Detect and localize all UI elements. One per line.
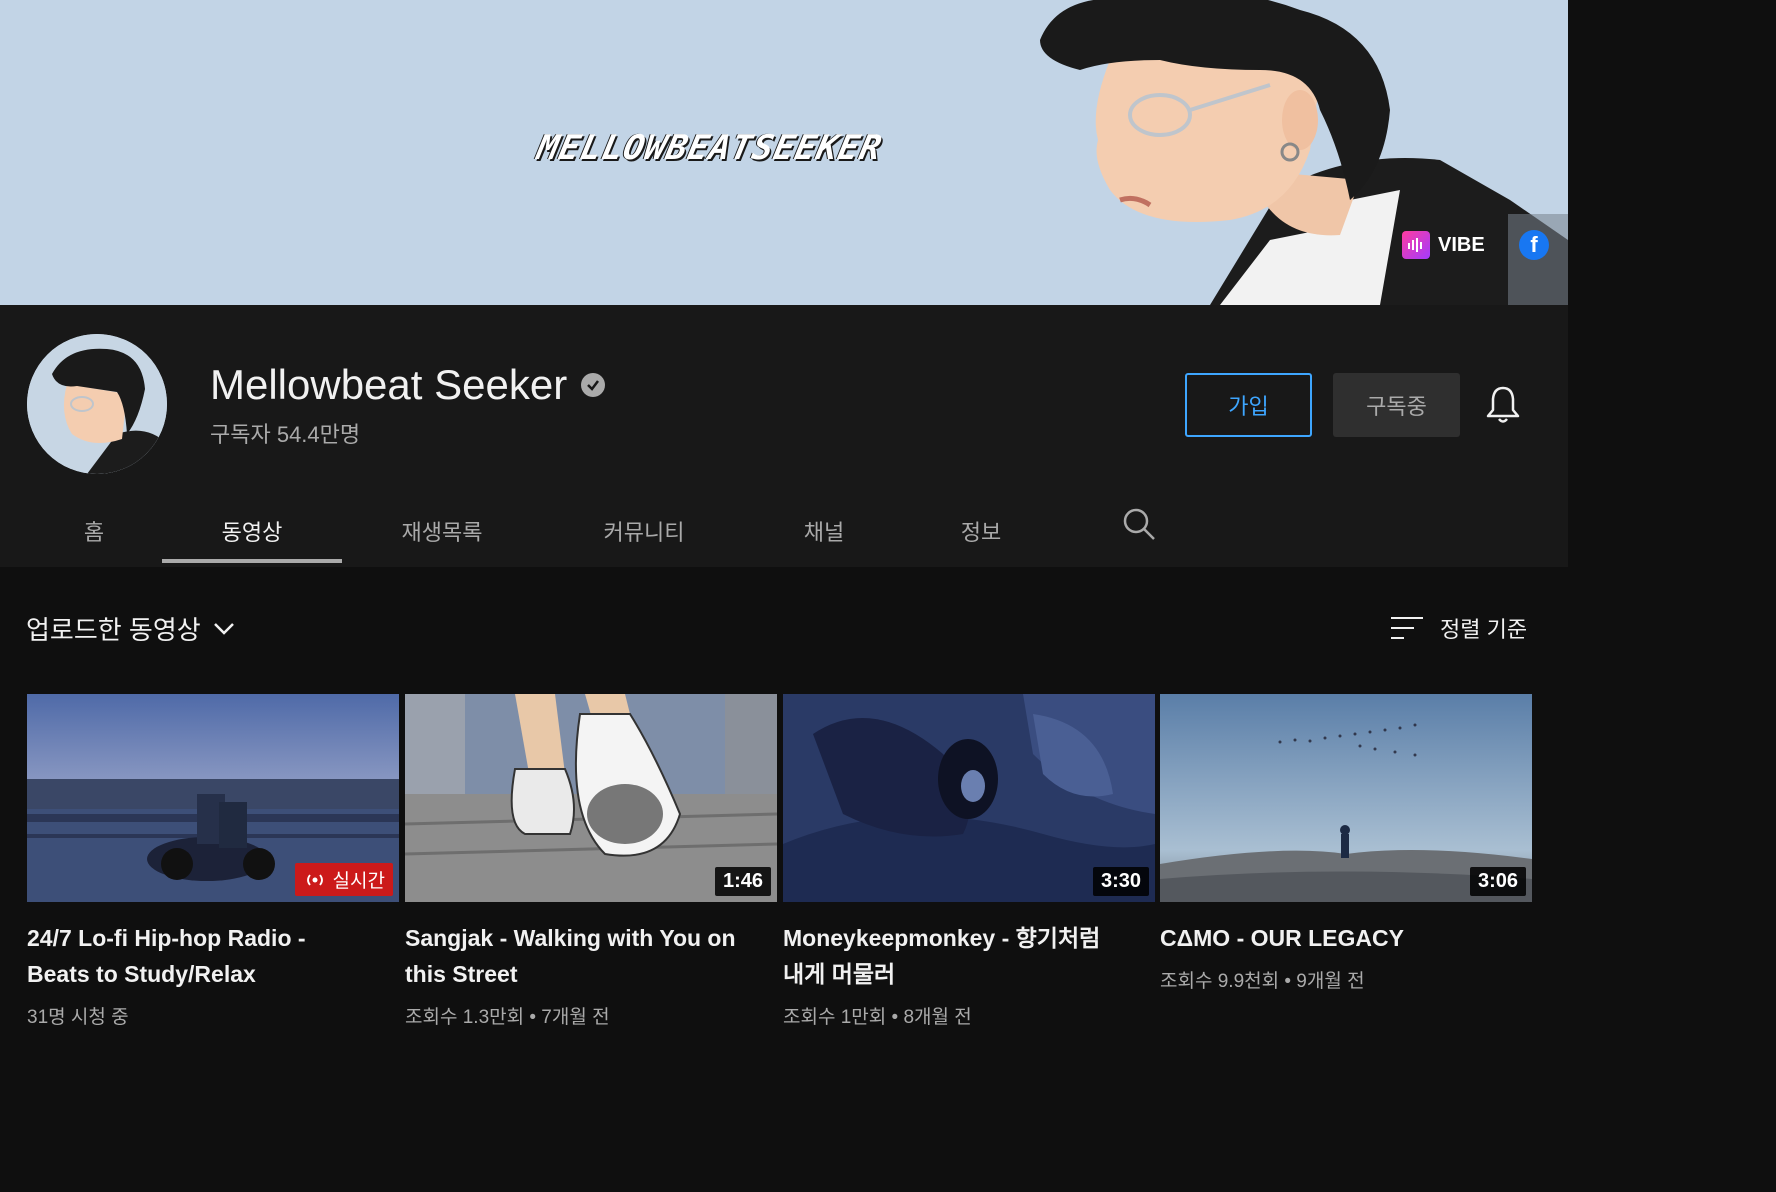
sort-button[interactable]: 정렬 기준 — [1390, 612, 1527, 644]
avatar-illustration — [27, 334, 167, 474]
video-meta: 조회수 1만회 • 8개월 전 — [783, 1007, 972, 1028]
subscriber-count: 구독자 54.4만명 — [210, 422, 361, 447]
live-badge: 실시간 — [294, 863, 393, 896]
tab-community[interactable]: 커뮤니티 — [574, 495, 714, 567]
video-thumbnail[interactable]: 3:30 — [783, 694, 1155, 902]
video-duration: 3:06 — [1469, 867, 1526, 896]
video-card[interactable]: 1:46 Sangjak - Walking with You on this … — [405, 694, 777, 1029]
banner-illustration: MBS — [1040, 0, 1568, 305]
chevron-down-icon — [213, 622, 234, 635]
active-tab-indicator — [162, 559, 342, 563]
tab-channels[interactable]: 채널 — [784, 495, 864, 567]
live-broadcast-icon — [306, 873, 323, 886]
video-duration: 3:30 — [1092, 867, 1149, 896]
video-thumbnail[interactable]: 실시간 — [27, 694, 399, 902]
subscribed-button[interactable]: 구독중 — [1333, 373, 1460, 437]
live-label: 실시간 — [332, 871, 385, 892]
channel-name-text: Mellowbeat Seeker — [210, 361, 568, 408]
video-title[interactable]: Moneykeepmonkey - 향기처럼 내게 머물러 — [783, 920, 1123, 992]
verified-check-icon — [581, 373, 606, 397]
channel-tabs: 홈 동영상 재생목록 커뮤니티 채널 정보 — [0, 495, 1568, 567]
video-thumbnail[interactable]: 3:06 — [1160, 694, 1532, 902]
video-duration: 1:46 — [714, 867, 771, 896]
channel-name[interactable]: Mellowbeat Seeker — [210, 361, 606, 409]
video-thumbnail[interactable]: 1:46 — [405, 694, 777, 902]
video-title[interactable]: Sangjak - Walking with You on this Stree… — [405, 920, 745, 992]
vibe-icon — [1402, 231, 1430, 259]
vibe-link[interactable]: VIBE — [1402, 228, 1485, 262]
video-meta: 조회수 9.9천회 • 9개월 전 — [1160, 971, 1365, 992]
video-card[interactable]: 실시간 24/7 Lo-fi Hip-hop Radio - Beats to … — [27, 694, 399, 1029]
tab-about[interactable]: 정보 — [941, 495, 1021, 567]
video-card[interactable]: 3:30 Moneykeepmonkey - 향기처럼 내게 머물러 조회수 1… — [783, 694, 1155, 1029]
facebook-icon: f — [1519, 230, 1549, 260]
tab-videos[interactable]: 동영상 — [162, 495, 342, 567]
channel-header: Mellowbeat Seeker 구독자 54.4만명 가입 구독중 홈 동영… — [0, 305, 1568, 567]
facebook-link[interactable]: f — [1519, 228, 1549, 262]
sort-label: 정렬 기준 — [1440, 617, 1528, 642]
video-title[interactable]: 24/7 Lo-fi Hip-hop Radio - Beats to Stud… — [27, 920, 367, 992]
video-card[interactable]: 3:06 CΔMO - OUR LEGACY 조회수 9.9천회 • 9개월 전 — [1160, 694, 1532, 993]
video-title[interactable]: CΔMO - OUR LEGACY — [1160, 920, 1500, 956]
uploads-dropdown[interactable]: 업로드한 동영상 — [26, 610, 235, 647]
tab-playlists[interactable]: 재생목록 — [372, 495, 512, 567]
sort-icon — [1391, 617, 1423, 639]
banner-title: MELLOWBEATSEEKER — [533, 128, 886, 168]
notification-bell-icon[interactable] — [1484, 385, 1522, 425]
join-button[interactable]: 가입 — [1185, 373, 1312, 437]
video-meta: 31명 시청 중 — [27, 1007, 129, 1028]
search-icon[interactable] — [1122, 507, 1156, 541]
uploads-title: 업로드한 동영상 — [26, 615, 201, 645]
channel-avatar[interactable] — [27, 334, 167, 474]
tab-home[interactable]: 홈 — [54, 495, 134, 567]
video-meta: 조회수 1.3만회 • 7개월 전 — [405, 1007, 610, 1028]
vibe-label: VIBE — [1438, 233, 1485, 256]
channel-banner: MELLOWBEATSEEKER MBS VIBE f — [0, 0, 1568, 305]
